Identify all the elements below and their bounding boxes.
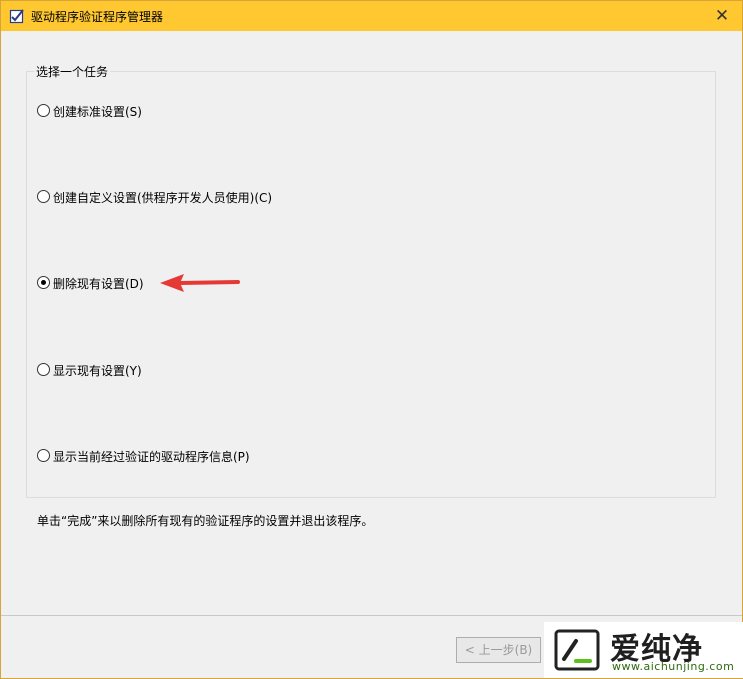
radio-button[interactable] [37,190,50,203]
aichunjing-logo-icon [554,629,600,671]
radio-label[interactable]: 删除现有设置(D) [53,275,144,292]
red-pointer-arrow-icon [160,274,240,292]
instruction-text: 单击“完成”来以删除所有现有的验证程序的设置并退出该程序。 [37,514,374,528]
radio-button-selected[interactable] [37,276,50,289]
radio-label[interactable]: 显示当前经过验证的驱动程序信息(P) [53,448,250,465]
radio-button[interactable] [37,363,50,376]
watermark-logo: 爱纯净 www.aichunjing.com [544,622,743,678]
window-title: 驱动程序验证程序管理器 [31,10,164,24]
divider [1,615,742,616]
radio-button[interactable] [37,449,50,462]
driver-verifier-manager-window: 驱动程序验证程序管理器 ✕ 选择一个任务 创建标准设置(S) 创建自定义设置(供… [0,0,743,679]
close-icon: ✕ [714,6,730,26]
back-button[interactable]: < 上一步(B) [456,637,541,663]
radio-label[interactable]: 创建自定义设置(供程序开发人员使用)(C) [53,189,272,206]
radio-button[interactable] [37,104,50,117]
title-bar: 驱动程序验证程序管理器 ✕ [1,1,742,31]
watermark-url: www.aichunjing.com [612,660,735,673]
close-button[interactable]: ✕ [702,1,742,31]
radio-label[interactable]: 创建标准设置(S) [53,103,142,120]
checklist-app-icon [9,9,24,24]
task-group-title: 选择一个任务 [34,63,111,80]
radio-label[interactable]: 显示现有设置(Y) [53,362,142,379]
